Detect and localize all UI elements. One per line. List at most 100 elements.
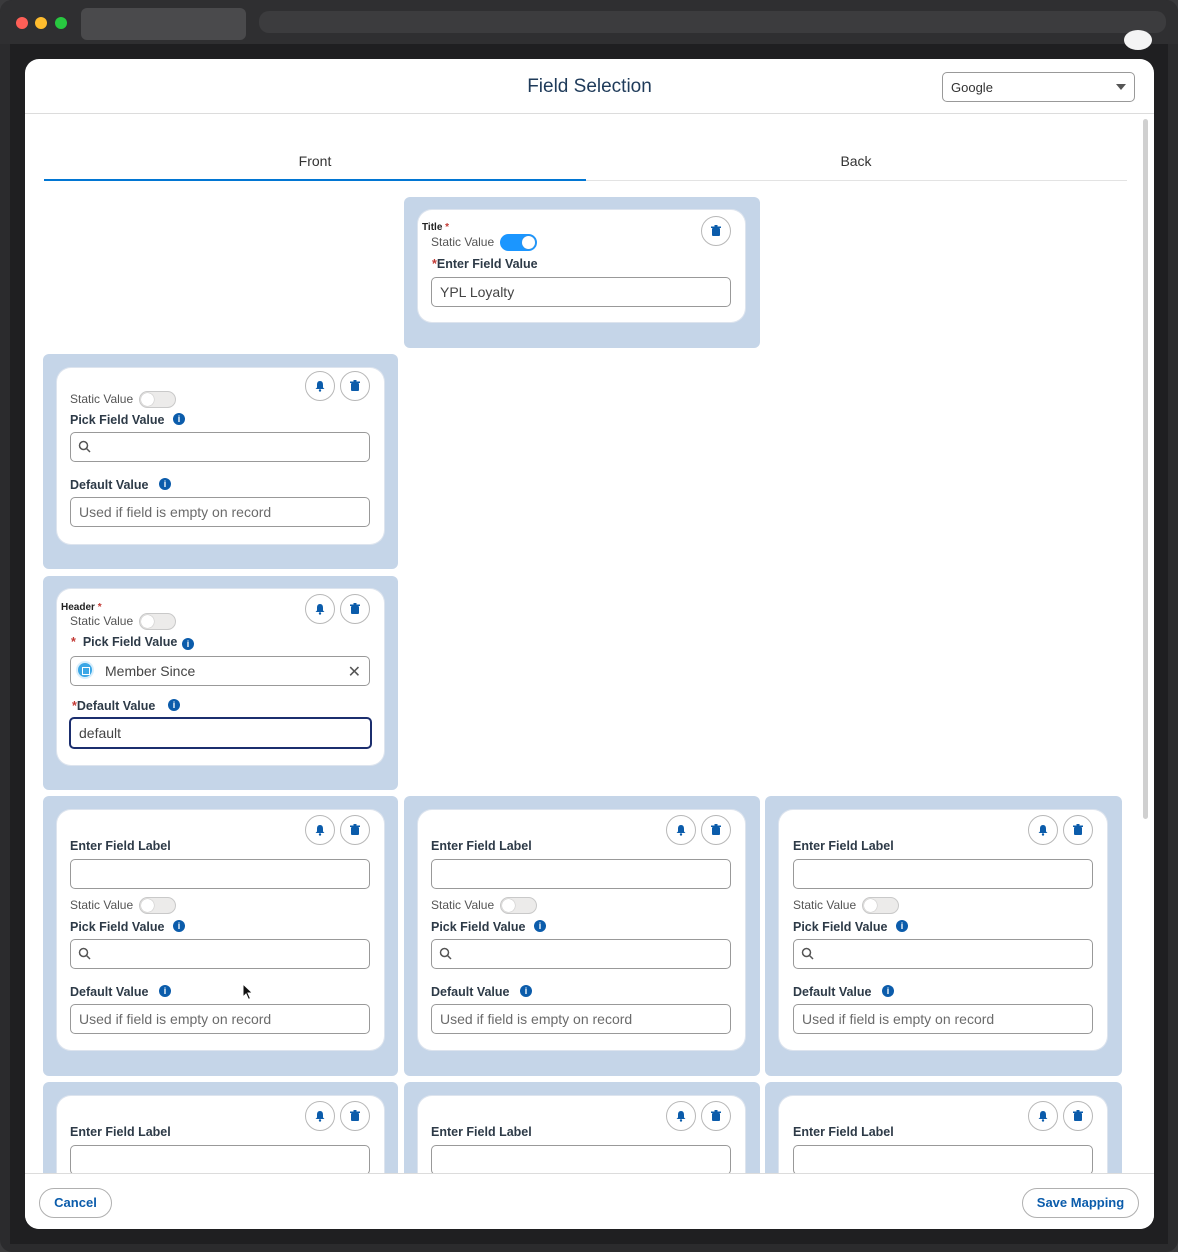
notify-button[interactable]	[305, 1101, 335, 1131]
header-label: Header *	[61, 602, 102, 613]
picked-field-input[interactable]: Member Since ✕	[70, 656, 370, 686]
notify-button[interactable]	[305, 594, 335, 624]
address-bar[interactable]	[259, 11, 1166, 33]
bell-icon	[1038, 825, 1048, 836]
header-field-card: Header * Static Value * Pick Field Value…	[57, 589, 384, 765]
field-panel: Enter Field Label	[404, 1082, 760, 1173]
provider-select[interactable]: Google	[942, 72, 1135, 102]
field-label-input[interactable]	[431, 1145, 731, 1173]
delete-button[interactable]	[1063, 1101, 1093, 1131]
search-icon	[78, 440, 91, 453]
field-icon	[76, 661, 94, 679]
delete-button[interactable]	[340, 594, 370, 624]
pick-field-search[interactable]	[70, 432, 370, 462]
field-label-input[interactable]	[70, 859, 370, 889]
field-card: Static Value Pick Field Value i Default …	[57, 368, 384, 544]
mouse-cursor-icon	[242, 983, 254, 1001]
notify-button[interactable]	[666, 1101, 696, 1131]
default-value-input[interactable]: Used if field is empty on record	[70, 1004, 370, 1034]
field-selection-modal: Field Selection Google Front Back Title …	[25, 59, 1154, 1229]
notify-button[interactable]	[1028, 815, 1058, 845]
tab-back[interactable]: Back	[585, 153, 1127, 181]
delete-button[interactable]	[340, 1101, 370, 1131]
delete-button[interactable]	[340, 371, 370, 401]
default-value-input[interactable]: Used if field is empty on record	[431, 1004, 731, 1034]
bell-icon	[676, 825, 686, 836]
enter-field-label-label: Enter Field Label	[793, 1125, 894, 1139]
notify-button[interactable]	[1028, 1101, 1058, 1131]
trash-icon	[350, 824, 360, 835]
pick-field-value-label: * Pick Field Value	[71, 635, 178, 649]
delete-button[interactable]	[1063, 815, 1093, 845]
trash-icon	[711, 225, 721, 236]
title-field-card: Title * Static Value *Enter Field Value …	[418, 210, 745, 322]
info-icon[interactable]: i	[534, 920, 546, 932]
delete-button[interactable]	[701, 216, 731, 246]
default-value-label: Default Value	[793, 985, 872, 999]
delete-button[interactable]	[701, 815, 731, 845]
default-value-input[interactable]: default	[69, 717, 372, 749]
default-value-label: Default Value	[431, 985, 510, 999]
trash-icon	[350, 603, 360, 614]
static-value-toggle[interactable]	[500, 234, 537, 251]
static-value-label: Static Value	[431, 235, 495, 249]
field-label-input[interactable]	[793, 859, 1093, 889]
static-value-label: Static Value	[70, 614, 134, 628]
bell-icon	[1038, 1111, 1048, 1122]
info-icon[interactable]: i	[173, 413, 185, 425]
info-icon[interactable]: i	[159, 985, 171, 997]
browser-tab[interactable]	[81, 8, 246, 40]
tab-front[interactable]: Front	[44, 153, 586, 181]
title-bar	[0, 0, 1178, 44]
notify-button[interactable]	[666, 815, 696, 845]
static-value-toggle[interactable]	[139, 391, 176, 408]
notify-button[interactable]	[305, 815, 335, 845]
info-icon[interactable]: i	[159, 478, 171, 490]
caret-down-icon	[1116, 84, 1126, 90]
field-value-input[interactable]: YPL Loyalty	[431, 277, 731, 307]
field-card: Enter Field Label	[779, 1096, 1107, 1173]
modal-footer: Cancel Save Mapping	[25, 1173, 1154, 1229]
default-value-label: Default Value	[70, 985, 149, 999]
cancel-button[interactable]: Cancel	[39, 1188, 112, 1218]
info-icon[interactable]: i	[182, 638, 194, 650]
field-label-input[interactable]	[70, 1145, 370, 1173]
default-value-input[interactable]: Used if field is empty on record	[793, 1004, 1093, 1034]
minimize-window-button[interactable]	[35, 17, 47, 29]
delete-button[interactable]	[701, 1101, 731, 1131]
field-card: Enter Field Label Static Value Pick Fiel…	[418, 810, 745, 1050]
field-card: Enter Field Label Static Value Pick Fiel…	[57, 810, 384, 1050]
field-panel: Enter Field Label Static Value Pick Fiel…	[404, 796, 760, 1076]
field-label-input[interactable]	[431, 859, 731, 889]
save-mapping-button[interactable]: Save Mapping	[1022, 1188, 1139, 1218]
search-icon	[439, 947, 452, 960]
enter-field-value-label: *Enter Field Value	[432, 257, 538, 271]
field-card: Enter Field Label	[57, 1096, 384, 1173]
delete-button[interactable]	[340, 815, 370, 845]
static-value-toggle[interactable]	[862, 897, 899, 914]
default-value-input[interactable]: Used if field is empty on record	[70, 497, 370, 527]
enter-field-label-label: Enter Field Label	[70, 839, 171, 853]
field-label-input[interactable]	[793, 1145, 1093, 1173]
picked-field-value: Member Since	[105, 663, 196, 679]
static-value-toggle[interactable]	[139, 613, 176, 630]
bell-icon	[315, 1111, 325, 1122]
maximize-window-button[interactable]	[55, 17, 67, 29]
info-icon[interactable]: i	[882, 985, 894, 997]
field-card: Enter Field Label Static Value Pick Fiel…	[779, 810, 1107, 1050]
info-icon[interactable]: i	[168, 699, 180, 711]
notify-button[interactable]	[305, 371, 335, 401]
info-icon[interactable]: i	[896, 920, 908, 932]
pick-field-search[interactable]	[431, 939, 731, 969]
scrollbar-thumb[interactable]	[1143, 119, 1148, 819]
pick-field-search[interactable]	[70, 939, 370, 969]
close-window-button[interactable]	[16, 17, 28, 29]
field-panel: Enter Field Label	[765, 1082, 1122, 1173]
info-icon[interactable]: i	[520, 985, 532, 997]
pick-field-search[interactable]	[793, 939, 1093, 969]
close-icon[interactable]: ✕	[348, 662, 361, 682]
static-value-toggle[interactable]	[139, 897, 176, 914]
info-icon[interactable]: i	[173, 920, 185, 932]
static-value-toggle[interactable]	[500, 897, 537, 914]
scrollbar[interactable]	[1142, 117, 1150, 827]
